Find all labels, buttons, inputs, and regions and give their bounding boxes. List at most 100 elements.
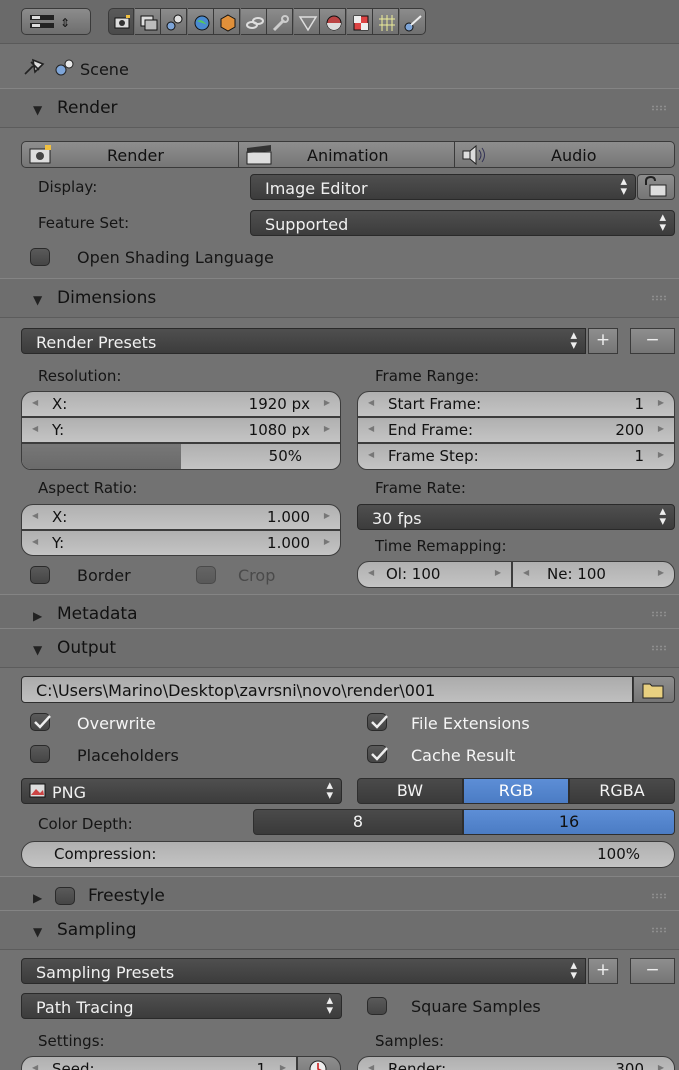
drag-grip-icon[interactable] [651, 645, 667, 651]
pin-icon[interactable] [21, 56, 47, 82]
render-presets-dropdown[interactable]: Render Presets ▴ ▾ [21, 328, 586, 354]
browse-folder-button[interactable] [633, 676, 675, 703]
resolution-x-field[interactable]: ◀ X: 1920 px ▶ [21, 391, 341, 417]
add-sampling-preset-button[interactable]: + [588, 958, 618, 984]
time-remap-old-field[interactable]: ◀ Ol: 100 ▶ [357, 561, 512, 588]
frame-step-field[interactable]: ◀ Frame Step: 1 ▶ [357, 443, 675, 470]
minus-icon: − [645, 330, 660, 350]
file-format-dropdown[interactable]: PNG ▴ ▾ [21, 778, 342, 804]
animation-button[interactable]: Animation [238, 141, 455, 168]
overwrite-checkbox[interactable] [30, 713, 51, 731]
end-frame-field[interactable]: ◀ End Frame: 200 ▶ [357, 417, 675, 443]
frame-rate-dropdown[interactable]: 30 fps ▴ ▾ [357, 504, 675, 530]
decrement-arrow-icon[interactable]: ◀ [32, 1063, 38, 1070]
tab-scene[interactable] [161, 8, 187, 35]
feature-set-dropdown[interactable]: Supported ▴ ▾ [250, 210, 675, 236]
sampling-presets-value: Sampling Presets [36, 963, 175, 982]
display-dropdown[interactable]: Image Editor ▴ ▾ [250, 174, 636, 200]
aspect-y-field[interactable]: ◀ Y: 1.000 ▶ [21, 530, 341, 556]
increment-arrow-icon[interactable]: ▶ [324, 537, 330, 546]
output-panel-header[interactable]: ▼ Output [0, 628, 679, 668]
render-samples-field[interactable]: ◀ Render: 300 ▶ [357, 1056, 675, 1070]
cache-result-label: Cache Result [411, 746, 516, 765]
render-button-label: Render [107, 146, 164, 165]
time-remap-new-field[interactable]: ◀ Ne: 100 ▶ [512, 561, 675, 588]
increment-arrow-icon[interactable]: ▶ [280, 1063, 286, 1070]
tab-render[interactable] [108, 8, 134, 35]
integrator-dropdown[interactable]: Path Tracing ▴ ▾ [21, 993, 342, 1019]
cache-result-checkbox[interactable] [367, 745, 388, 763]
increment-arrow-icon[interactable]: ▶ [324, 398, 330, 407]
compression-slider[interactable]: Compression: 100% [21, 841, 675, 868]
render-button[interactable]: Render [21, 141, 239, 168]
decrement-arrow-icon[interactable]: ◀ [368, 398, 374, 407]
aspect-x-field[interactable]: ◀ X: 1.000 ▶ [21, 504, 341, 530]
remove-preset-button[interactable]: − [630, 328, 675, 354]
editor-type-menu[interactable]: ⇕ [21, 8, 91, 35]
frame-rate-value: 30 fps [372, 509, 422, 528]
tab-physics[interactable] [399, 8, 426, 35]
render-panel-header[interactable]: ▼ Render [0, 88, 679, 128]
square-samples-checkbox[interactable] [367, 997, 387, 1015]
decrement-arrow-icon[interactable]: ◀ [523, 568, 529, 577]
increment-arrow-icon[interactable]: ▶ [658, 424, 664, 433]
drag-grip-icon[interactable] [651, 611, 667, 617]
tab-object[interactable] [214, 8, 240, 35]
decrement-arrow-icon[interactable]: ◀ [32, 398, 38, 407]
crop-checkbox[interactable] [196, 566, 216, 584]
tab-material[interactable] [320, 8, 346, 35]
drag-grip-icon[interactable] [651, 295, 667, 301]
increment-arrow-icon[interactable]: ▶ [495, 568, 501, 577]
scene-breadcrumb[interactable]: Scene [80, 60, 129, 79]
seed-field[interactable]: ◀ Seed: 1 ▶ [21, 1056, 297, 1070]
color-bw-button[interactable]: BW [357, 778, 463, 804]
color-rgba-button[interactable]: RGBA [569, 778, 675, 804]
decrement-arrow-icon[interactable]: ◀ [368, 568, 374, 577]
tab-data[interactable] [293, 8, 320, 35]
increment-arrow-icon[interactable]: ▶ [324, 424, 330, 433]
decrement-arrow-icon[interactable]: ◀ [32, 537, 38, 546]
decrement-arrow-icon[interactable]: ◀ [32, 511, 38, 520]
sampling-panel-title: Sampling [57, 920, 137, 940]
lock-interface-toggle[interactable] [637, 174, 675, 200]
dimensions-panel-header[interactable]: ▼ Dimensions [0, 278, 679, 318]
tab-modifiers[interactable] [267, 8, 293, 35]
tab-constraints[interactable] [240, 8, 267, 35]
remove-sampling-preset-button[interactable]: − [630, 958, 675, 984]
osl-checkbox[interactable] [30, 248, 50, 266]
drag-grip-icon[interactable] [651, 927, 667, 933]
increment-arrow-icon[interactable]: ▶ [658, 1063, 664, 1070]
start-frame-field[interactable]: ◀ Start Frame: 1 ▶ [357, 391, 675, 417]
tab-texture[interactable] [346, 8, 373, 35]
decrement-arrow-icon[interactable]: ◀ [368, 450, 374, 459]
depth-16-button[interactable]: 16 [463, 809, 675, 835]
depth-8-button[interactable]: 8 [253, 809, 463, 835]
sampling-panel-header[interactable]: ▼ Sampling [0, 910, 679, 950]
tab-particles[interactable] [373, 8, 399, 35]
add-preset-button[interactable]: + [588, 328, 618, 354]
tab-world[interactable] [187, 8, 214, 35]
tab-render-layers[interactable] [134, 8, 161, 35]
freestyle-checkbox[interactable] [55, 887, 75, 905]
decrement-arrow-icon[interactable]: ◀ [368, 1063, 374, 1070]
decrement-arrow-icon[interactable]: ◀ [368, 424, 374, 433]
drag-grip-icon[interactable] [651, 105, 667, 111]
placeholders-checkbox[interactable] [30, 745, 50, 763]
increment-arrow-icon[interactable]: ▶ [658, 398, 664, 407]
decrement-arrow-icon[interactable]: ◀ [32, 424, 38, 433]
resolution-y-field[interactable]: ◀ Y: 1080 px ▶ [21, 417, 341, 443]
audio-button[interactable]: Audio [454, 141, 675, 168]
resolution-percentage-slider[interactable]: 50% [21, 443, 341, 470]
increment-arrow-icon[interactable]: ▶ [658, 568, 664, 577]
sampling-presets-dropdown[interactable]: Sampling Presets ▴ ▾ [21, 958, 586, 984]
file-extensions-checkbox[interactable] [367, 713, 388, 731]
color-rgb-button[interactable]: RGB [463, 778, 569, 804]
increment-arrow-icon[interactable]: ▶ [324, 511, 330, 520]
animated-seed-button[interactable] [297, 1056, 341, 1070]
increment-arrow-icon[interactable]: ▶ [658, 450, 664, 459]
border-checkbox[interactable] [30, 566, 50, 584]
expand-down-icon: ▼ [33, 925, 43, 939]
drag-grip-icon[interactable] [651, 893, 667, 899]
color-bw-label: BW [396, 781, 424, 800]
output-path-field[interactable]: C:\Users\Marino\Desktop\zavrsni\novo\ren… [21, 676, 633, 703]
